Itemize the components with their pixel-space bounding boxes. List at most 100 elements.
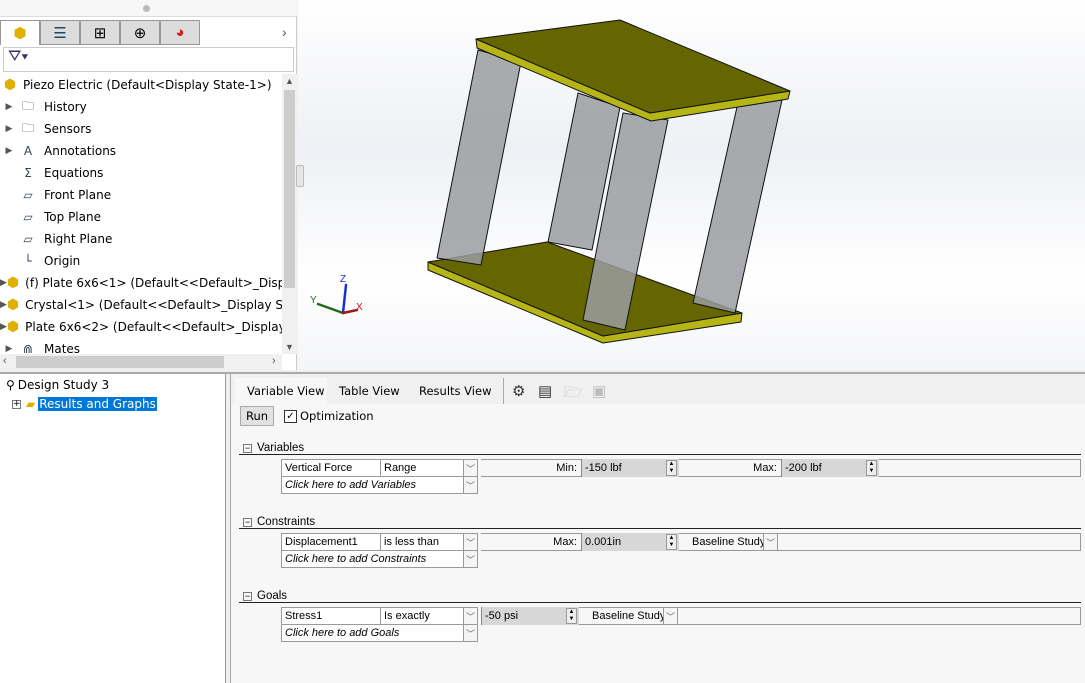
- tab-configuration-manager[interactable]: ⊞: [80, 20, 120, 45]
- expand-icon[interactable]: +: [12, 399, 21, 409]
- tab-dimxpert-manager[interactable]: ⊕: [120, 20, 160, 45]
- expand-arrow-icon[interactable]: ▶: [0, 124, 18, 134]
- design-study-label: Design Study 3: [17, 378, 110, 392]
- tab-table-view[interactable]: Table View: [327, 378, 413, 404]
- tree-item[interactable]: ▶ 🗀 History: [0, 96, 282, 118]
- collapse-icon[interactable]: −: [243, 591, 252, 601]
- scroll-up-icon[interactable]: ▲: [285, 76, 294, 86]
- max-spinner[interactable]: ▲ ▼: [866, 460, 877, 476]
- chevron-down-icon[interactable]: ﹀: [463, 459, 478, 477]
- chevron-down-icon[interactable]: ﹀: [463, 550, 478, 568]
- constraints-type-select[interactable]: is less than: [380, 533, 464, 551]
- expand-arrow-icon[interactable]: ▶: [0, 344, 18, 354]
- section-goals[interactable]: − Goals: [243, 590, 287, 602]
- chevron-down-icon[interactable]: ﹀: [463, 607, 478, 625]
- splitter-grip-icon[interactable]: [143, 5, 150, 12]
- variables-name-cell[interactable]: Vertical Force: [281, 459, 381, 477]
- tree-results-and-graphs[interactable]: + ▰ Results and Graphs: [12, 397, 157, 411]
- study-select[interactable]: Baseline Study: [692, 536, 765, 548]
- model-view[interactable]: [298, 0, 1085, 370]
- expand-arrow-icon[interactable]: ▶: [0, 102, 18, 112]
- run-button[interactable]: Run: [240, 406, 274, 426]
- expand-arrow-icon[interactable]: ▶: [0, 146, 18, 156]
- chevron-down-icon[interactable]: ﹀: [763, 533, 778, 551]
- notebook-icon[interactable]: ▤: [538, 382, 552, 400]
- tab-property-manager[interactable]: ☰: [40, 20, 80, 45]
- tree-item[interactable]: Σ Equations: [0, 162, 282, 184]
- chevron-down-icon[interactable]: ﹀: [463, 624, 478, 642]
- tree-item[interactable]: ▱ Right Plane: [0, 228, 282, 250]
- collapse-icon[interactable]: −: [243, 517, 252, 527]
- chevron-down-icon[interactable]: ﹀: [463, 533, 478, 551]
- chevron-down-icon[interactable]: ﹀: [663, 607, 678, 625]
- triad-y-label: Y: [310, 295, 317, 306]
- optimization-checkbox[interactable]: ✓: [284, 410, 297, 423]
- tree-item[interactable]: ▱ Top Plane: [0, 206, 282, 228]
- expand-arrow-icon[interactable]: ▶: [0, 322, 7, 332]
- section-title: Goals: [257, 590, 288, 602]
- study-select[interactable]: Baseline Study: [592, 610, 665, 622]
- tree-item[interactable]: ▶ A Annotations: [0, 140, 282, 162]
- tree-item-label: Sensors: [44, 122, 92, 136]
- tree-item[interactable]: ▶ 🗀 Sensors: [0, 118, 282, 140]
- chevron-down-icon[interactable]: ﹀: [463, 476, 478, 494]
- part-icon: ⬢: [6, 319, 20, 335]
- tab-variable-view[interactable]: Variable View: [235, 378, 338, 404]
- plane-icon: ▱: [23, 232, 33, 246]
- min-input[interactable]: -150 lbf: [581, 459, 679, 477]
- goals-type-select[interactable]: Is exactly: [380, 607, 464, 625]
- tree-item[interactable]: ▱ Front Plane: [0, 184, 282, 206]
- annotations-folder-icon: A: [23, 144, 33, 158]
- expand-arrow-icon[interactable]: ▶: [0, 300, 7, 310]
- triad-y-axis: [316, 302, 345, 315]
- tree-item[interactable]: └ Origin: [0, 250, 282, 272]
- graphics-viewport[interactable]: Z Y X: [298, 0, 1085, 370]
- scroll-right-icon[interactable]: ›: [272, 355, 276, 367]
- tree-item[interactable]: ▶ ⬢ Crystal<1> (Default<<Default>_Display …: [0, 294, 282, 316]
- scroll-left-icon[interactable]: ‹: [3, 355, 7, 367]
- folder-icon: ▰: [26, 397, 36, 411]
- section-constraints[interactable]: − Constraints: [243, 516, 315, 528]
- save-icon[interactable]: ▣: [592, 382, 606, 400]
- part-icon: ⬢: [6, 275, 20, 291]
- tab-feature-manager[interactable]: ⬢: [0, 20, 40, 45]
- filter-button[interactable]: ⛛▾: [3, 47, 294, 72]
- crystal-leg: [692, 99, 783, 314]
- goal-spinner[interactable]: ▲ ▼: [566, 608, 577, 624]
- variables-type-select[interactable]: Range: [380, 459, 464, 477]
- feature-manager-icon: ⬢: [13, 25, 27, 42]
- design-study-icon: ⚲: [6, 378, 15, 392]
- scroll-down-icon[interactable]: ▼: [285, 342, 294, 352]
- tab-results-view[interactable]: Results View: [407, 378, 505, 404]
- tree-item[interactable]: ▶ ⬢ (f) Plate 6x6<1> (Default<<Default>_Di…: [0, 272, 282, 294]
- chevron-right-icon[interactable]: ›: [282, 24, 287, 40]
- max-spinner[interactable]: ▲ ▼: [666, 534, 677, 550]
- goal-value-input[interactable]: -50 psi: [481, 607, 579, 625]
- expand-arrow-icon[interactable]: ▶: [0, 278, 7, 288]
- assembly-icon: ⬢: [3, 77, 17, 93]
- min-label: Min:: [556, 462, 577, 474]
- tree-item[interactable]: ▶ ⬢ Plate 6x6<2> (Default<<Default>_Displa…: [0, 316, 282, 338]
- min-spinner[interactable]: ▲ ▼: [666, 460, 677, 476]
- add-goals-row[interactable]: Click here to add Goals: [281, 624, 464, 642]
- max-input[interactable]: 0.001in: [581, 533, 679, 551]
- triad-z-axis: [341, 283, 348, 315]
- tree-design-study[interactable]: ⚲ Design Study 3: [6, 378, 109, 392]
- add-variables-row[interactable]: Click here to add Variables: [281, 476, 464, 494]
- gear-icon[interactable]: ⚙: [512, 382, 525, 400]
- tab-display-manager[interactable]: ◕: [160, 20, 200, 45]
- collapse-icon[interactable]: −: [243, 443, 252, 453]
- max-input[interactable]: -200 lbf: [781, 459, 879, 477]
- goals-name-cell[interactable]: Stress1: [281, 607, 381, 625]
- display-manager-icon: ◕: [175, 24, 185, 41]
- section-variables[interactable]: − Variables: [243, 442, 304, 454]
- open-folder-icon[interactable]: 🗁: [564, 382, 583, 407]
- divider: [239, 602, 1081, 603]
- constraints-name-cell[interactable]: Displacement1: [281, 533, 381, 551]
- view-tabs: Variable View Table View Results View ⚙ …: [231, 374, 1085, 404]
- panel-collapse-handle[interactable]: [296, 165, 304, 187]
- tree-root[interactable]: ⬢ Piezo Electric (Default<Display State-1…: [0, 74, 282, 96]
- horizontal-scroll-thumb[interactable]: [16, 356, 224, 368]
- vertical-scroll-thumb[interactable]: [284, 90, 295, 288]
- add-constraints-row[interactable]: Click here to add Constraints: [281, 550, 464, 568]
